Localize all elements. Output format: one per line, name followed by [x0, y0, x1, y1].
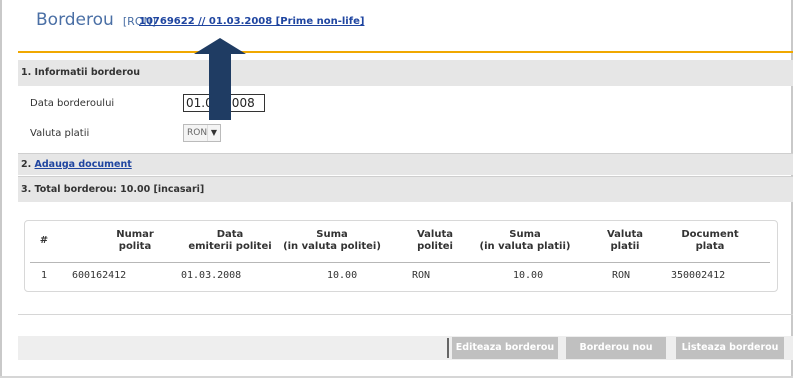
page-title: Borderou: [36, 10, 114, 30]
table-header-policy-currency-line2: politei: [417, 241, 453, 252]
table-header-issue-date-line1: Data: [216, 229, 244, 240]
section-info-title: 1. Informatii borderou: [21, 67, 141, 78]
section-total-header: 3. Total borderou: 10.00 [incasari]: [18, 176, 793, 202]
table-header-payment-currency-line2: platii: [610, 241, 640, 252]
chevron-down-icon[interactable]: ▼: [207, 125, 220, 141]
section-total-title: 3. Total borderou: 10.00 [incasari]: [21, 184, 205, 195]
currency-select[interactable]: RON ▼: [183, 124, 221, 142]
footer-divider: [18, 314, 793, 315]
footer-separator: [447, 338, 449, 358]
document-reference-link[interactable]: 10769622 // 01.03.2008 [Prime non-life]: [139, 16, 364, 27]
up-arrow-shaft: [209, 48, 231, 120]
up-arrow-head: [194, 38, 246, 54]
table-header-issue-date-line2: emiterii politei: [188, 241, 272, 252]
table-header-policy-currency: Valuta politei: [405, 229, 465, 253]
table-cell-payment-currency: RON: [612, 270, 631, 281]
table-header-payment-document-line2: plata: [695, 241, 725, 252]
table-header-policy-number: Numar polita: [100, 229, 170, 253]
table-header-divider: [30, 262, 770, 263]
date-label: Data borderoului: [30, 98, 115, 109]
table-header-payment-currency-line1: Valuta: [606, 229, 643, 240]
table-header-index: #: [34, 235, 54, 247]
table-cell-issue-date: 01.03.2008: [181, 270, 242, 281]
section-add-prefix: 2.: [21, 159, 35, 170]
header-accent-line: [18, 51, 793, 53]
add-document-link[interactable]: Adauga document: [35, 159, 132, 170]
currency-label: Valuta platii: [30, 128, 90, 139]
section-info-header: 1. Informatii borderou: [18, 60, 793, 86]
table-header-amount-policy-line2: (in valuta politei): [283, 241, 381, 252]
page-header: Borderou [RON]: [36, 10, 156, 34]
table-header-issue-date: Data emiterii politei: [180, 229, 280, 253]
currency-select-value: RON: [187, 128, 208, 138]
table-header-payment-currency: Valuta platii: [595, 229, 655, 253]
table-cell-amount-policy: 10.00: [327, 270, 358, 281]
table-header-policy-number-line1: Numar: [116, 229, 154, 240]
table-header-amount-payment-line1: Suma: [509, 229, 541, 240]
table-cell-policy-number: 600162412: [72, 270, 127, 281]
table-header-policy-number-line2: polita: [118, 241, 152, 252]
table-cell-amount-payment: 10.00: [513, 270, 544, 281]
list-borderou-button[interactable]: Listeaza borderou: [676, 337, 784, 359]
table-header-payment-document: Document plata: [670, 229, 750, 253]
section-add-header: 2. Adauga document: [18, 153, 793, 175]
new-borderou-button[interactable]: Borderou nou: [566, 337, 666, 359]
table-header-amount-policy: Suma (in valuta politei): [277, 229, 387, 253]
table-header-index-line1: #: [39, 235, 49, 246]
table-cell-index: 1: [41, 270, 48, 281]
edit-borderou-button[interactable]: Editeaza borderou: [452, 337, 558, 359]
window-left-border: [0, 0, 2, 378]
table-cell-policy-currency: RON: [412, 270, 431, 281]
table-header-amount-policy-line1: Suma: [316, 229, 348, 240]
table-header-amount-payment: Suma (in valuta platii): [465, 229, 585, 253]
table-cell-payment-document: 350002412: [671, 270, 726, 281]
table-header-policy-currency-line1: Valuta: [416, 229, 453, 240]
table-header-payment-document-line1: Document: [681, 229, 739, 240]
table-header-amount-payment-line2: (in valuta platii): [479, 241, 571, 252]
